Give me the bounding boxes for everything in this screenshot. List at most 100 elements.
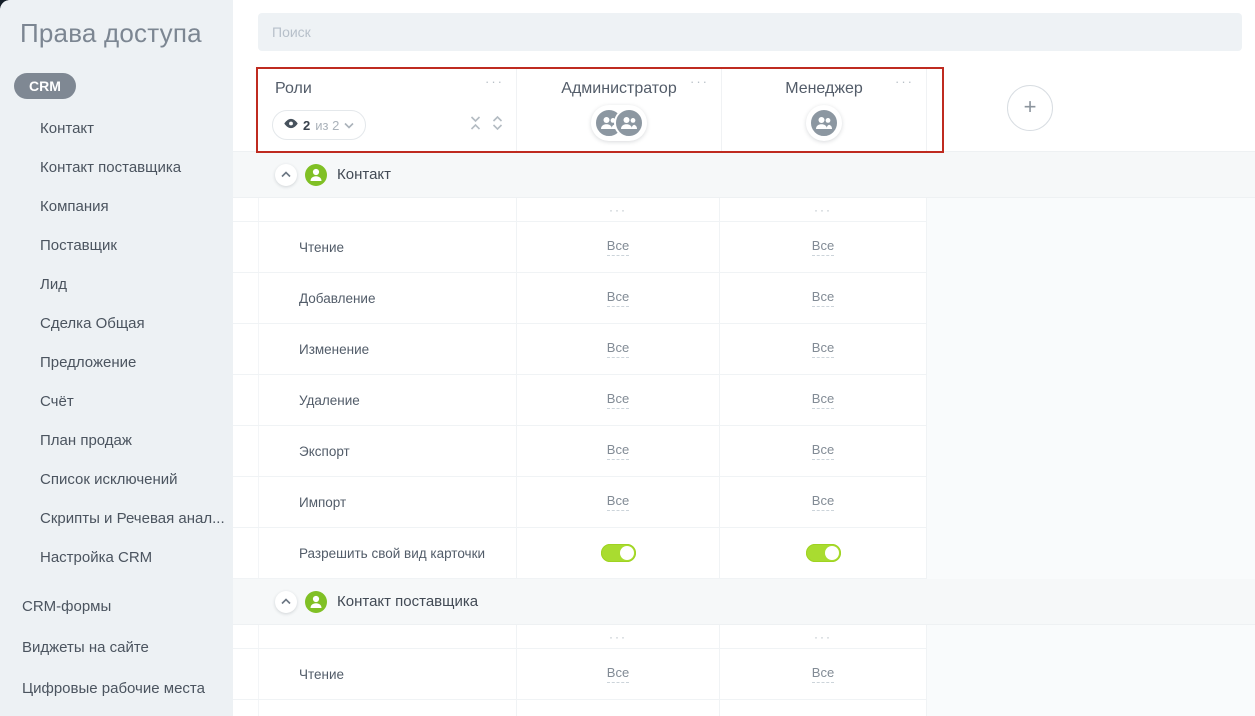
permission-value-link[interactable]: Все — [812, 340, 834, 358]
column-menu-icon[interactable]: ··· — [609, 206, 627, 214]
sidebar-item-crm-7[interactable]: Счёт — [0, 382, 233, 421]
expand-sort-icon[interactable] — [491, 115, 504, 136]
sidebar-item-crm-8[interactable]: План продаж — [0, 421, 233, 460]
section-header-0[interactable]: Контакт — [233, 152, 1255, 198]
permission-label: Экспорт — [258, 426, 517, 476]
permission-label: Чтение — [258, 649, 517, 699]
permission-label: Изменение — [258, 324, 517, 374]
permission-value-cell: Все — [517, 324, 720, 374]
role-members-pill — [591, 105, 647, 141]
permission-value-link[interactable]: Все — [607, 442, 629, 460]
column-menu-cell: ··· — [720, 198, 927, 221]
collapse-all-icon[interactable] — [469, 115, 482, 136]
permission-row: Импорт Все Все — [233, 477, 927, 528]
eye-icon — [284, 116, 298, 134]
permission-value-link[interactable]: Все — [812, 289, 834, 307]
role-column-manager: Менеджер··· — [722, 69, 927, 152]
permission-value-link[interactable]: Все — [607, 493, 629, 511]
sidebar-item-crm-0[interactable]: Контакт — [0, 109, 233, 148]
sidebar-other-list: CRM-формыВиджеты на сайтеЦифровые рабочи… — [0, 587, 233, 708]
section-dots-row: ··· ··· — [233, 198, 927, 222]
permission-value-link[interactable]: Все — [607, 340, 629, 358]
role-members[interactable] — [517, 105, 721, 141]
collapse-section-button[interactable] — [275, 164, 297, 186]
roles-header-icons — [469, 115, 504, 136]
permissions-table: Контакт ··· ··· Чтение Все Все Добавление Все Вс… — [233, 152, 1255, 716]
permission-value-link[interactable]: Все — [607, 391, 629, 409]
sidebar-item-1[interactable]: Виджеты на сайте — [0, 628, 233, 667]
group-avatar-icon — [614, 108, 644, 138]
permission-value-cell — [720, 528, 927, 578]
column-menu-icon[interactable]: ··· — [609, 633, 627, 641]
role-members[interactable] — [722, 105, 926, 141]
sidebar-item-crm-4[interactable]: Лид — [0, 265, 233, 304]
sidebar-item-crm-11[interactable]: Настройка CRM — [0, 538, 233, 577]
permission-value-cell — [517, 528, 720, 578]
chevron-up-icon — [281, 598, 291, 605]
column-menu-cell: ··· — [517, 625, 720, 648]
sidebar-item-2[interactable]: Цифровые рабочие места — [0, 669, 233, 708]
collapse-section-button[interactable] — [275, 591, 297, 613]
screen: Права доступа CRM КонтактКонтакт поставщ… — [0, 0, 1255, 716]
roles-label: Роли — [275, 80, 312, 98]
entity-person-icon — [305, 591, 327, 613]
permission-row: Чтение Все Все — [233, 649, 927, 700]
permission-value-link[interactable]: Все — [812, 391, 834, 409]
permission-value-cell: Все — [720, 477, 927, 527]
permission-label: Удаление — [258, 375, 517, 425]
permission-value-link[interactable]: Все — [607, 289, 629, 307]
permission-value-cell — [517, 700, 720, 716]
permission-value-link[interactable]: Все — [812, 238, 834, 256]
permission-row: Чтение Все Все — [233, 222, 927, 273]
permission-value-link[interactable]: Все — [812, 442, 834, 460]
sidebar-item-0[interactable]: CRM-формы — [0, 587, 233, 626]
sidebar-item-crm-9[interactable]: Список исключений — [0, 460, 233, 499]
permission-value-cell: Все — [517, 426, 720, 476]
permission-label: Импорт — [258, 477, 517, 527]
roles-visibility-filter[interactable]: 2 из 2 — [272, 110, 366, 140]
column-menu-cell: ··· — [517, 198, 720, 221]
permission-value-link[interactable]: Все — [607, 238, 629, 256]
sidebar-item-crm-3[interactable]: Поставщик — [0, 226, 233, 265]
permission-row: Удаление Все Все — [233, 375, 927, 426]
role-menu-icon[interactable]: ··· — [690, 77, 709, 87]
sidebar-item-crm-1[interactable]: Контакт поставщика — [0, 148, 233, 187]
chevron-down-icon — [344, 116, 354, 134]
permission-label: Чтение — [258, 222, 517, 272]
table-sections: Контакт ··· ··· Чтение Все Все Добавление Все Вс… — [233, 152, 1255, 716]
search-input[interactable] — [258, 13, 1242, 51]
permission-row: Добавление Все Все — [233, 273, 927, 324]
toggle-knob — [620, 546, 634, 560]
column-menu-icon[interactable]: ··· — [814, 633, 832, 641]
permission-value-cell: Все — [720, 324, 927, 374]
permission-value-link[interactable]: Все — [607, 665, 629, 683]
entity-person-icon — [305, 164, 327, 186]
sidebar-item-crm-5[interactable]: Сделка Общая — [0, 304, 233, 343]
dots-row-spacer — [258, 625, 517, 648]
role-column-administrator: Администратор··· — [517, 69, 722, 152]
permission-value-link[interactable]: Все — [812, 665, 834, 683]
sidebar-item-crm-10[interactable]: Скрипты и Речевая анал... — [0, 499, 233, 538]
permission-label — [258, 700, 517, 716]
sidebar-item-crm-2[interactable]: Компания — [0, 187, 233, 226]
column-menu-icon[interactable]: ··· — [814, 206, 832, 214]
add-role-button[interactable]: + — [1007, 85, 1053, 131]
roles-menu-icon[interactable]: ··· — [485, 77, 504, 87]
section-header-1[interactable]: Контакт поставщика — [233, 579, 1255, 625]
permission-row: Изменение Все Все — [233, 324, 927, 375]
page-title: Права доступа — [0, 0, 233, 49]
permission-toggle[interactable] — [806, 544, 841, 562]
permission-row-partial — [233, 700, 927, 716]
section-dots-row: ··· ··· — [233, 625, 927, 649]
crm-section-badge[interactable]: CRM — [14, 73, 76, 99]
role-menu-icon[interactable]: ··· — [895, 77, 914, 87]
section-title: Контакт — [337, 166, 391, 183]
permission-value-link[interactable]: Все — [812, 493, 834, 511]
permission-label: Добавление — [258, 273, 517, 323]
chevron-up-icon — [281, 171, 291, 178]
sidebar-item-crm-6[interactable]: Предложение — [0, 343, 233, 382]
permission-toggle[interactable] — [601, 544, 636, 562]
toggle-knob — [825, 546, 839, 560]
roles-visible-count: 2 — [303, 118, 310, 133]
permission-value-cell: Все — [517, 649, 720, 699]
